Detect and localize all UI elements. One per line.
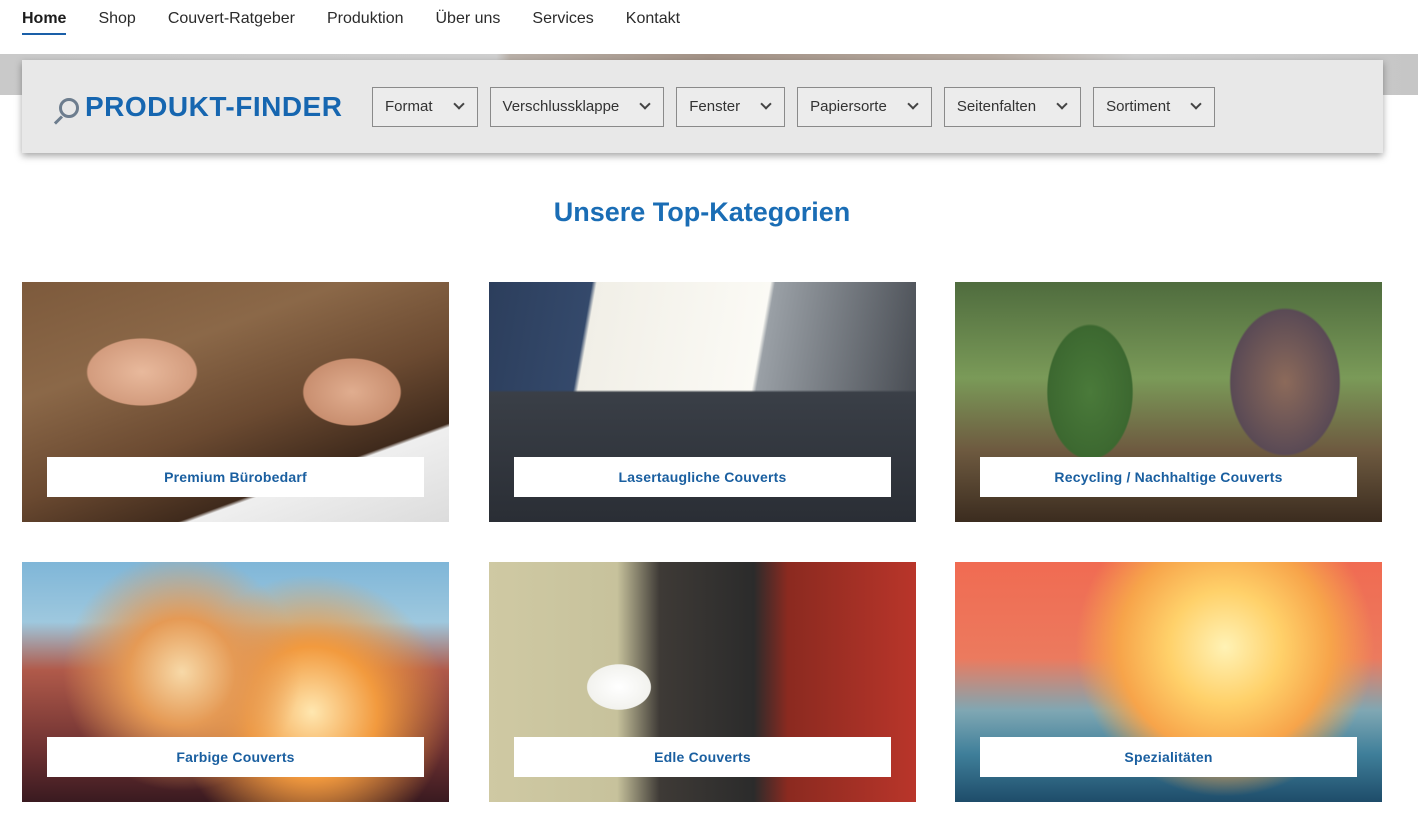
- search-icon: [50, 96, 80, 124]
- filter-dropdowns: Format Verschlussklappe Fenster Papierso…: [372, 86, 1227, 127]
- category-card-recycling[interactable]: Recycling / Nachhaltige Couverts: [955, 282, 1382, 522]
- filter-fenster-dropdown[interactable]: Fenster: [676, 86, 786, 127]
- filter-label: Verschlussklappe: [502, 98, 620, 115]
- chevron-down-icon: [639, 97, 651, 110]
- filter-label: Sortiment: [1106, 98, 1171, 115]
- chevron-down-icon: [760, 97, 772, 110]
- filter-seitenfalten-dropdown[interactable]: Seitenfalten: [943, 86, 1082, 127]
- nav-item-home[interactable]: Home: [22, 0, 67, 36]
- filter-label: Fenster: [689, 98, 741, 115]
- product-finder-heading: PRODUKT-FINDER: [50, 90, 372, 124]
- category-label: Spezialitäten: [980, 737, 1357, 777]
- category-label: Edle Couverts: [514, 737, 891, 777]
- nav-item-services[interactable]: Services: [532, 0, 593, 36]
- category-card-lasertaugliche-couverts[interactable]: Lasertaugliche Couverts: [489, 282, 916, 522]
- filter-format-dropdown[interactable]: Format: [372, 86, 478, 127]
- category-card-premium-buerobedarf[interactable]: Premium Bürobedarf: [22, 282, 449, 522]
- nav-item-ueber-uns[interactable]: Über uns: [436, 0, 501, 36]
- nav-item-shop[interactable]: Shop: [98, 0, 135, 36]
- filter-label: Format: [385, 98, 433, 115]
- filter-sortiment-dropdown[interactable]: Sortiment: [1093, 86, 1216, 127]
- category-label: Premium Bürobedarf: [47, 457, 424, 497]
- filter-papiersorte-dropdown[interactable]: Papiersorte: [797, 86, 932, 127]
- chevron-down-icon: [1056, 97, 1068, 110]
- filter-label: Seitenfalten: [956, 98, 1037, 115]
- chevron-down-icon: [452, 97, 465, 110]
- main-navigation: Home Shop Couvert-Ratgeber Produktion Üb…: [0, 0, 1418, 54]
- nav-item-kontakt[interactable]: Kontakt: [626, 0, 680, 36]
- category-label: Lasertaugliche Couverts: [514, 457, 891, 497]
- nav-item-produktion[interactable]: Produktion: [327, 0, 404, 36]
- chevron-down-icon: [907, 97, 919, 110]
- category-label: Recycling / Nachhaltige Couverts: [980, 457, 1357, 497]
- filter-label: Papiersorte: [810, 98, 887, 115]
- product-finder: PRODUKT-FINDER Format Verschlussklappe F…: [22, 60, 1383, 153]
- chevron-down-icon: [1190, 97, 1202, 110]
- nav-item-couvert-ratgeber[interactable]: Couvert-Ratgeber: [168, 0, 295, 36]
- category-card-farbige-couverts[interactable]: Farbige Couverts: [22, 562, 449, 802]
- filter-verschlussklappe-dropdown[interactable]: Verschlussklappe: [489, 86, 665, 127]
- product-finder-title: PRODUKT-FINDER: [85, 90, 343, 122]
- category-card-spezialitaeten[interactable]: Spezialitäten: [955, 562, 1382, 802]
- category-card-edle-couverts[interactable]: Edle Couverts: [489, 562, 916, 802]
- category-label: Farbige Couverts: [47, 737, 424, 777]
- section-title: Unsere Top-Kategorien: [553, 197, 851, 227]
